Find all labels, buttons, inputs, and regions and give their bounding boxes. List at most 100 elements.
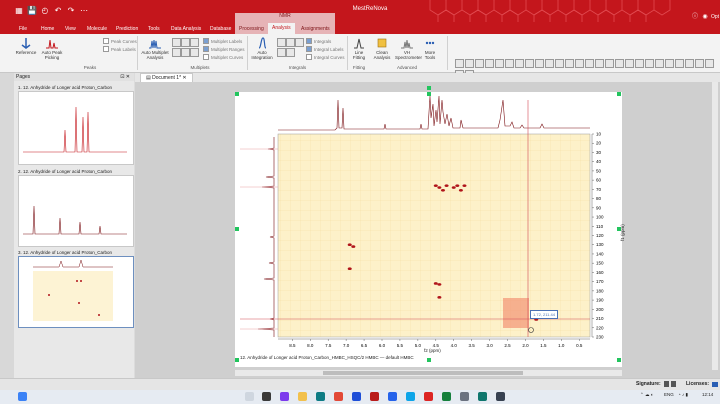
tray-icons[interactable]: ⌃ ☁ ◐: [640, 392, 654, 398]
x-tick-label: 2.5: [504, 343, 511, 348]
cross-peak[interactable]: [458, 188, 463, 192]
selection-region[interactable]: [503, 298, 529, 328]
horizontal-scrollbar[interactable]: [235, 370, 622, 376]
y-tick-label: 80: [596, 196, 602, 201]
x-axis-title: f2 (ppm): [424, 348, 441, 353]
resize-handle[interactable]: [617, 227, 621, 231]
x-tick-group: 8.5 8.0 7.5 7.0 6.5 6.0 5.5 5.0 4.5 4.0 3.5 3.0 2.5 2…: [289, 339, 583, 348]
resize-handle[interactable]: [427, 92, 431, 96]
license-status-icon[interactable]: [712, 382, 718, 387]
plot-area[interactable]: [277, 133, 591, 338]
task-view-icon[interactable]: [262, 392, 271, 401]
cross-peak[interactable]: [437, 283, 442, 286]
resize-handle[interactable]: [235, 358, 239, 362]
y-tick-label: 120: [596, 233, 604, 238]
hmbc-spectrum-plot[interactable]: 8.5 8.0 7.5 7.0 6.5 6.0 5.5 5.0 4.5 4.0 3.5 3.0 2.5 2…: [0, 0, 720, 404]
y-tick-label: 170: [596, 279, 604, 284]
scrollbar-thumb[interactable]: [323, 371, 523, 375]
x-tick-label: 0.5: [576, 343, 583, 348]
x-tick-label: 2.0: [522, 343, 529, 348]
spectrum-caption: 12. Anhydride of Longer acid Proton_Carb…: [240, 355, 414, 360]
tray-network-icon[interactable]: ◔ ♪ ▮: [678, 392, 688, 398]
start-icon[interactable]: [18, 392, 27, 401]
x-tick-label: 8.5: [289, 343, 296, 348]
y-tick-label: 230: [596, 335, 604, 340]
y-tick-label: 20: [596, 141, 602, 146]
app-icon[interactable]: [496, 392, 505, 401]
y-tick-label: 70: [596, 187, 602, 192]
tray-language[interactable]: ENG: [664, 392, 674, 397]
y-tick-label: 210: [596, 316, 604, 321]
cross-peak[interactable]: [433, 184, 438, 187]
y-tick-label: 150: [596, 261, 604, 266]
resize-handle[interactable]: [617, 92, 621, 96]
app-icon[interactable]: [406, 392, 415, 401]
x-tick-label: 8.0: [307, 343, 314, 348]
y-tick-label: 100: [596, 215, 604, 220]
cross-peak[interactable]: [462, 184, 467, 187]
cross-peak[interactable]: [347, 243, 352, 247]
y-tick-label: 60: [596, 178, 602, 183]
cross-peak[interactable]: [444, 184, 449, 187]
powerpoint-icon[interactable]: [424, 392, 433, 401]
signature-icon[interactable]: [671, 381, 676, 387]
resize-handle[interactable]: [427, 358, 431, 362]
x-tick-label: 6.5: [361, 343, 368, 348]
resize-handle[interactable]: [235, 92, 239, 96]
x-tick-label: 1.0: [558, 343, 565, 348]
x-tick-label: 3.0: [486, 343, 493, 348]
resize-handle[interactable]: [617, 358, 621, 362]
x-tick-label: 5.5: [397, 343, 404, 348]
resize-handle[interactable]: [235, 227, 239, 231]
y-tick-label: 200: [596, 307, 604, 312]
x-tick-label: 6.0: [379, 343, 386, 348]
edge-icon[interactable]: [316, 392, 325, 401]
tray-clock[interactable]: 12:14: [702, 392, 713, 397]
x-tick-label: 1.5: [540, 343, 547, 348]
f1-projection-trace: [257, 137, 275, 337]
y-tick-label: 50: [596, 168, 602, 173]
rotate-handle[interactable]: [427, 86, 431, 90]
teams-icon[interactable]: [280, 392, 289, 401]
licenses-label: Licenses:: [686, 381, 710, 387]
signature-label: Signature:: [636, 381, 661, 387]
outlook-icon[interactable]: [388, 392, 397, 401]
x-tick-label: 7.0: [343, 343, 350, 348]
excel-icon[interactable]: [442, 392, 451, 401]
mestrenova-icon[interactable]: [370, 392, 379, 401]
f2-projection-trace: [278, 95, 590, 131]
y-tick-label: 180: [596, 288, 604, 293]
y-tick-label: 110: [596, 224, 604, 229]
cross-peak[interactable]: [455, 184, 460, 187]
x-tick-label: 4.0: [451, 343, 458, 348]
y-tick-label: 90: [596, 205, 602, 210]
cross-peak[interactable]: [437, 296, 442, 299]
search-icon[interactable]: [245, 392, 254, 401]
vertical-scrollbar[interactable]: [712, 82, 718, 370]
os-taskbar: ⌃ ☁ ◐ ENG ◔ ♪ ▮ 12:14: [0, 390, 720, 404]
y-tick-label: 160: [596, 270, 604, 275]
x-tick-label: 7.5: [325, 343, 332, 348]
signature-icon[interactable]: [664, 381, 669, 387]
cross-peak[interactable]: [437, 186, 442, 189]
y-tick-group: 10 20 30 40 50 60 70 80 90 100 110 120 130 140 150 160 1…: [592, 132, 604, 340]
app-icon[interactable]: [460, 392, 469, 401]
chrome-icon[interactable]: [334, 392, 343, 401]
cross-peak[interactable]: [433, 282, 438, 285]
word-icon[interactable]: [352, 392, 361, 401]
file-explorer-icon[interactable]: [298, 392, 307, 401]
y-tick-label: 30: [596, 150, 602, 155]
cursor-readout: 1.72, 211.44: [530, 310, 558, 319]
cross-peak[interactable]: [347, 267, 352, 271]
app-icon[interactable]: [478, 392, 487, 401]
y-tick-label: 40: [596, 159, 602, 164]
y-tick-label: 190: [596, 298, 604, 303]
x-tick-label: 3.5: [469, 343, 476, 348]
y-tick-label: 10: [596, 132, 602, 137]
cross-peak[interactable]: [440, 188, 445, 192]
y-tick-label: 140: [596, 251, 604, 256]
cross-peak[interactable]: [351, 245, 356, 248]
cross-peak[interactable]: [451, 186, 456, 189]
x-tick-label: 5.0: [415, 343, 422, 348]
y-tick-label: 130: [596, 242, 604, 247]
